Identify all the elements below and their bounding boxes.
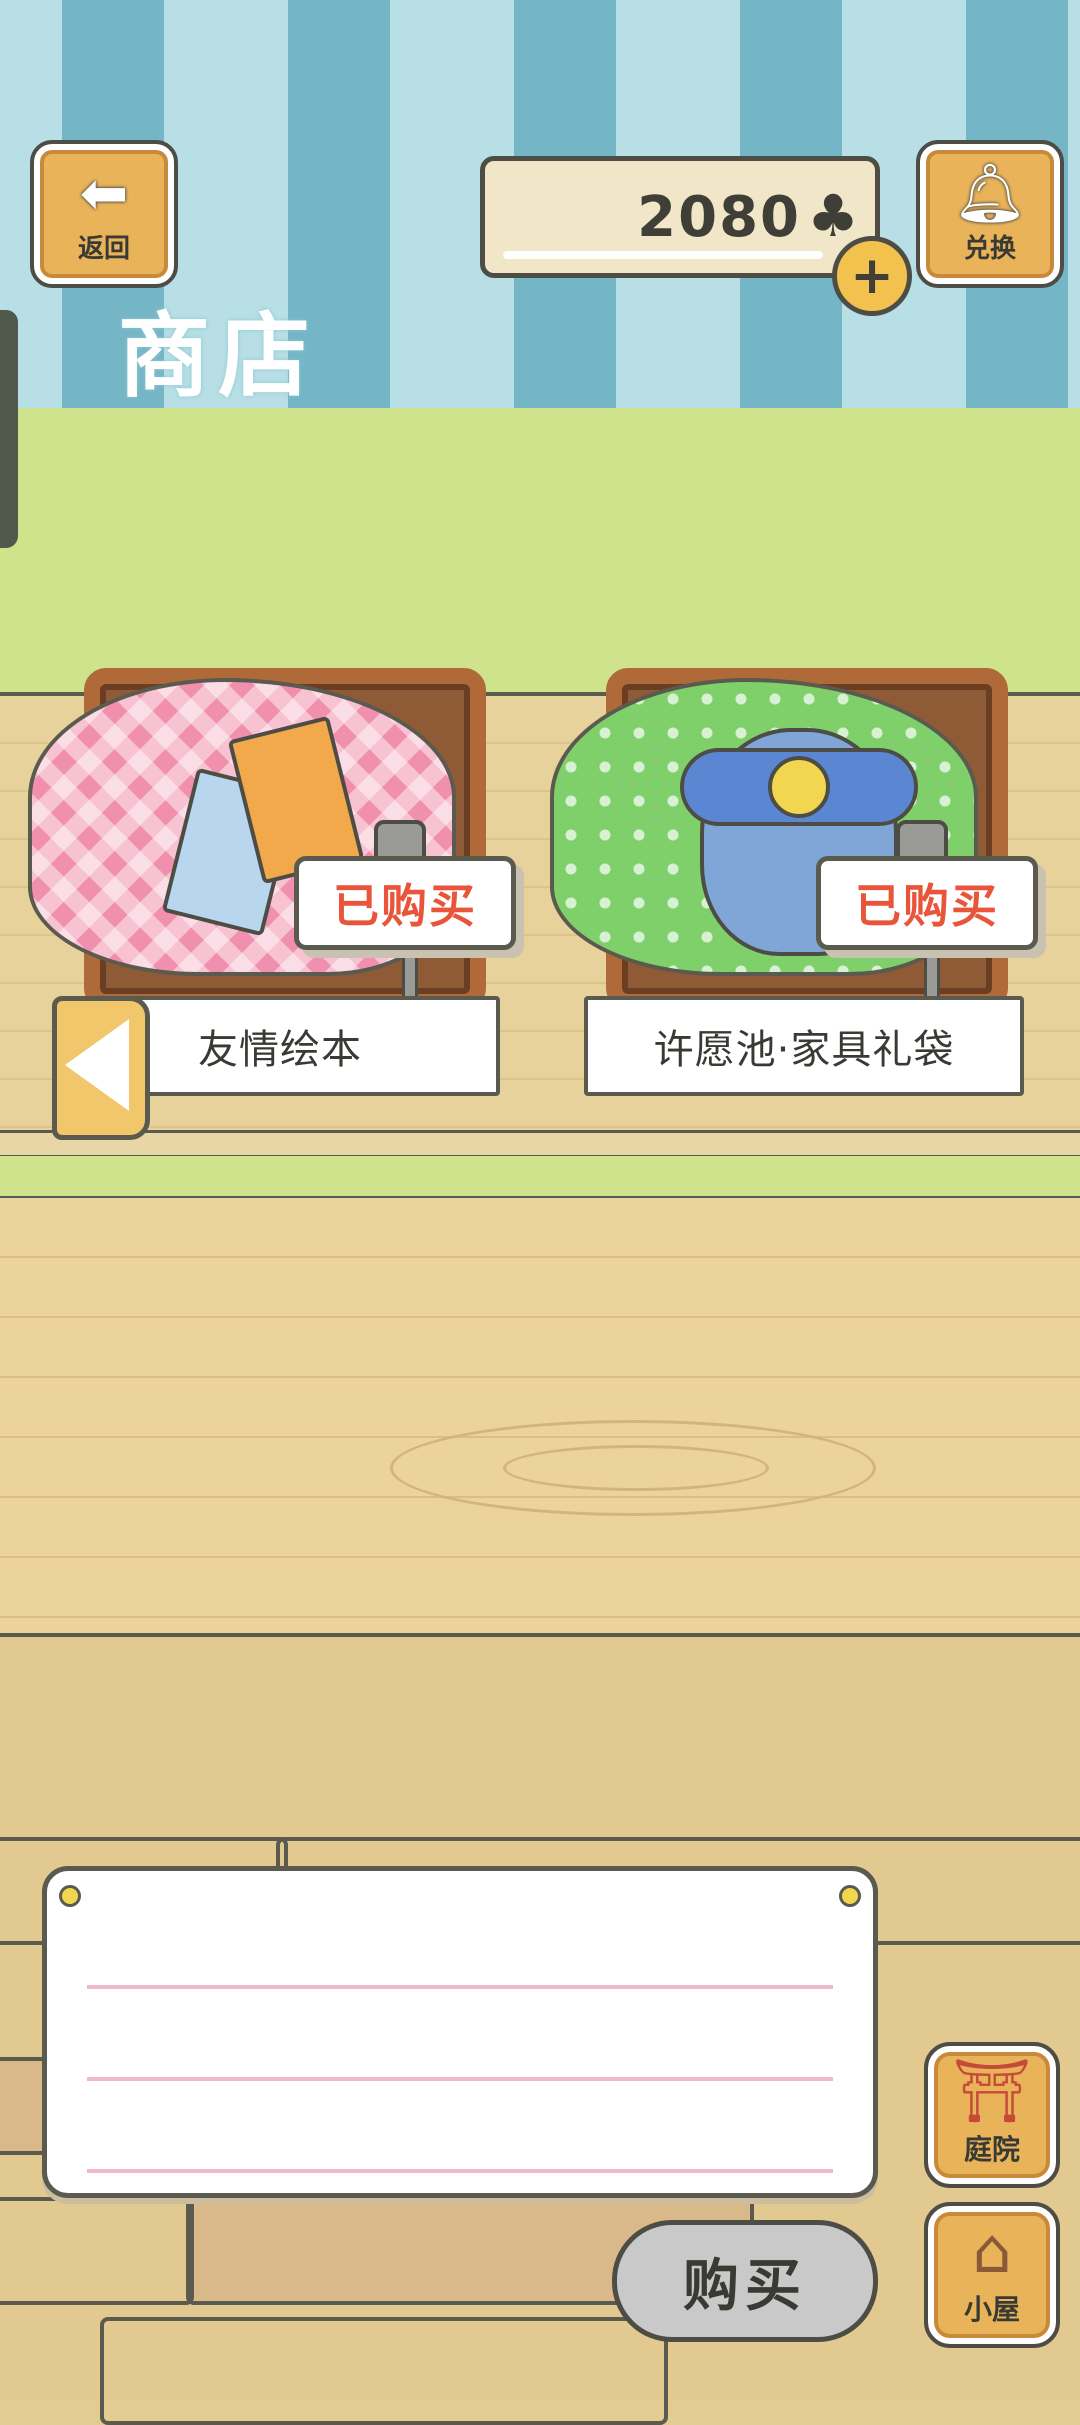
purchased-badge-text: 已购买	[855, 879, 999, 933]
house-button-label: 小屋	[963, 2293, 1020, 2326]
moon-charm-icon	[768, 756, 830, 818]
currency-display: 2080 ♣	[480, 156, 880, 278]
yard-icon: ⛩	[952, 2054, 1032, 2127]
lawn-backdrop	[0, 408, 1080, 693]
description-note	[42, 1866, 878, 2198]
yard-button-label: 庭院	[963, 2133, 1020, 2166]
house-button[interactable]: ⌂ 小屋	[924, 2202, 1060, 2348]
plus-icon: +	[850, 246, 894, 306]
pin-icon	[839, 1885, 861, 1907]
page-title: 商店	[118, 303, 319, 410]
previous-page-button[interactable]	[52, 996, 150, 1140]
wooden-counter	[0, 1198, 1080, 1637]
note-line	[87, 1985, 833, 1989]
bell-icon: 🔔︎	[953, 158, 1027, 227]
currency-amount: 2080	[637, 185, 801, 250]
clover-icon: ♣	[807, 182, 859, 250]
product-name-label: 许愿池·家具礼袋	[584, 996, 1024, 1096]
floor-plank	[100, 2317, 668, 2425]
add-currency-button[interactable]: +	[832, 236, 912, 316]
floor-plank	[0, 2197, 194, 2305]
note-line	[87, 2077, 833, 2081]
grass-strip	[0, 1156, 1080, 1200]
back-button[interactable]: ⬅ 返回	[30, 140, 178, 288]
yard-button[interactable]: ⛩ 庭院	[924, 2042, 1060, 2188]
exchange-button-label: 兑换	[963, 233, 1016, 264]
buy-button[interactable]: 购买	[612, 2220, 878, 2342]
exchange-button[interactable]: 🔔︎ 兑换	[916, 140, 1064, 288]
house-icon: ⌂	[972, 2214, 1012, 2287]
wood-knot-decoration	[390, 1420, 876, 1516]
back-arrow-icon: ⬅	[79, 158, 129, 227]
back-button-label: 返回	[77, 233, 130, 264]
purchased-badge: 已购买	[816, 856, 1038, 950]
note-line	[87, 2169, 833, 2173]
purchased-badge: 已购买	[294, 856, 516, 950]
shelf-edge	[0, 1130, 1080, 1158]
currency-highlight	[503, 251, 823, 259]
purchased-badge-text: 已购买	[333, 879, 477, 933]
pin-icon	[59, 1885, 81, 1907]
side-drawer-handle[interactable]	[0, 310, 18, 548]
